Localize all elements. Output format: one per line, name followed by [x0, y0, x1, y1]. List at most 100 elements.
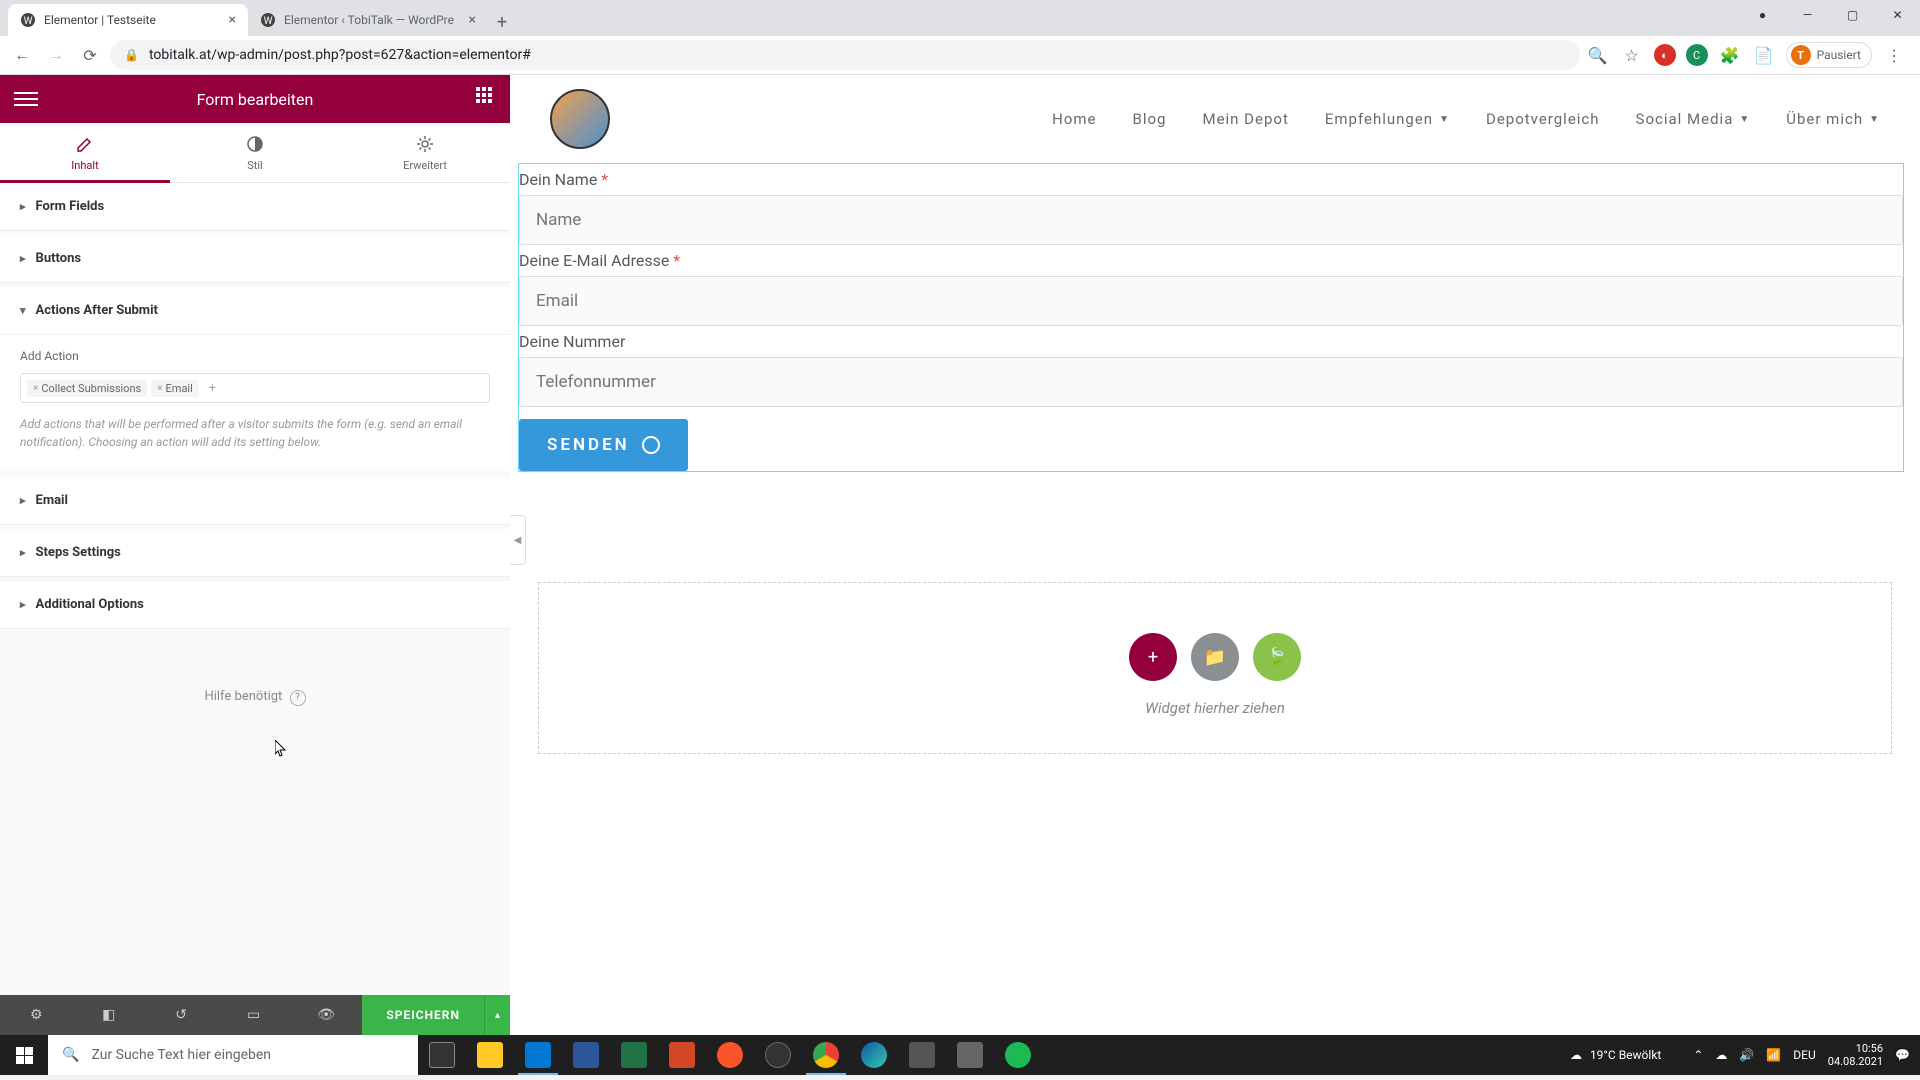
sidebar-title: Form bearbeiten [197, 90, 314, 109]
caret-right-icon: ▸ [20, 200, 26, 213]
spotify-icon[interactable] [994, 1035, 1042, 1075]
back-button[interactable]: ← [8, 41, 36, 69]
form-widget[interactable]: Dein Name * Deine E-Mail Adresse * Deine… [518, 163, 1904, 472]
onedrive-icon[interactable]: ☁ [1715, 1048, 1727, 1062]
app-icon[interactable] [754, 1035, 802, 1075]
widgets-icon[interactable] [472, 87, 496, 111]
extensions-icon[interactable]: 🧩 [1718, 43, 1742, 67]
remove-icon[interactable]: × [33, 383, 38, 394]
nav-item-depot[interactable]: Mein Depot [1202, 110, 1288, 128]
sections-list: ▸ Form Fields ▸ Buttons ▾ Actions After … [0, 183, 510, 995]
tray-chevron-icon[interactable]: ⌃ [1693, 1048, 1703, 1062]
taskbar-search[interactable]: 🔍 Zur Suche Text hier eingeben [48, 1035, 418, 1075]
url-input[interactable]: 🔒 tobitalk.at/wp-admin/post.php?post=627… [110, 40, 1580, 70]
add-section-button[interactable]: + [1129, 633, 1177, 681]
nav-item-empfehlungen[interactable]: Empfehlungen▼ [1325, 110, 1450, 128]
help-link[interactable]: Hilfe benötigt ? [0, 689, 510, 706]
action-tag[interactable]: ×Collect Submissions [27, 380, 147, 397]
chevron-down-icon: ▼ [1869, 114, 1880, 125]
envato-button[interactable]: 🍃 [1253, 633, 1301, 681]
clock[interactable]: 10:56 04.08.2021 [1828, 1042, 1883, 1068]
nav-item-social[interactable]: Social Media▼ [1636, 110, 1751, 128]
forward-button[interactable]: → [42, 41, 70, 69]
form-label: Deine E-Mail Adresse * [519, 251, 1903, 276]
explorer-icon[interactable] [466, 1035, 514, 1075]
nav-item-ueber[interactable]: Über mich▼ [1786, 110, 1880, 128]
reload-button[interactable]: ⟳ [76, 41, 104, 69]
app-container: Form bearbeiten Inhalt Stil Erweitert ▸ … [0, 75, 1920, 1035]
drop-zone[interactable]: + 📁 🍃 Widget hierher ziehen [538, 582, 1892, 754]
section-label: Buttons [36, 251, 82, 266]
site-logo[interactable] [550, 89, 610, 149]
language-indicator[interactable]: DEU [1793, 1048, 1815, 1062]
chrome-icon[interactable] [802, 1035, 850, 1075]
section-additional[interactable]: ▸ Additional Options [0, 581, 510, 629]
section-email[interactable]: ▸ Email [0, 477, 510, 525]
app-icon[interactable] [898, 1035, 946, 1075]
template-button[interactable]: 📁 [1191, 633, 1239, 681]
svg-text:W: W [264, 16, 273, 27]
close-window-button[interactable]: ✕ [1875, 0, 1920, 30]
extension-badge[interactable]: ◐ [1654, 44, 1676, 66]
extension-badge[interactable]: C [1686, 44, 1708, 66]
section-form-fields[interactable]: ▸ Form Fields [0, 183, 510, 231]
zoom-icon[interactable]: 🔍 [1586, 43, 1610, 67]
word-icon[interactable] [562, 1035, 610, 1075]
nav-item-blog[interactable]: Blog [1133, 110, 1167, 128]
tab-content[interactable]: Inhalt [0, 123, 170, 182]
browser-tab[interactable]: W Elementor ‹ TobiTalk — WordPre × [248, 4, 488, 36]
section-label: Email [36, 493, 68, 508]
brave-icon[interactable] [706, 1035, 754, 1075]
preview-icon[interactable]: 👁 [290, 1007, 362, 1023]
responsive-icon[interactable]: ▭ [217, 1007, 289, 1023]
wifi-icon[interactable]: 📶 [1766, 1048, 1781, 1062]
preview-area: Home Blog Mein Depot Empfehlungen▼ Depot… [510, 75, 1920, 1035]
edge-icon[interactable] [850, 1035, 898, 1075]
tab-advanced[interactable]: Erweitert [340, 123, 510, 182]
history-icon[interactable]: ↺ [145, 1007, 217, 1023]
weather-widget[interactable]: ☁ 19°C Bewölkt [1570, 1048, 1661, 1062]
close-icon[interactable]: × [229, 12, 236, 28]
browser-tab[interactable]: W Elementor | Testseite × [8, 4, 248, 36]
close-icon[interactable]: × [469, 12, 476, 28]
actions-tag-input[interactable]: ×Collect Submissions ×Email + [20, 373, 490, 403]
navigator-icon[interactable]: ◧ [72, 1007, 144, 1023]
section-buttons[interactable]: ▸ Buttons [0, 235, 510, 283]
add-action-button[interactable]: + [203, 381, 222, 396]
app-icon[interactable] [946, 1035, 994, 1075]
email-input[interactable] [519, 276, 1903, 326]
browser-chrome: W Elementor | Testseite × W Elementor ‹ … [0, 0, 1920, 75]
phone-input[interactable] [519, 357, 1903, 407]
tab-style[interactable]: Stil [170, 123, 340, 182]
remove-icon[interactable]: × [157, 383, 162, 394]
reading-list-icon[interactable]: 📄 [1752, 43, 1776, 67]
submit-button[interactable]: SENDEN [519, 419, 688, 471]
start-button[interactable] [0, 1035, 48, 1075]
menu-icon[interactable]: ⋮ [1882, 43, 1906, 67]
notifications-icon[interactable]: 💬 [1895, 1048, 1910, 1062]
save-button[interactable]: SPEICHERN [362, 995, 484, 1035]
excel-icon[interactable] [610, 1035, 658, 1075]
section-actions[interactable]: ▾ Actions After Submit [0, 287, 510, 335]
dot-icon[interactable]: ● [1740, 0, 1785, 30]
outlook-icon[interactable] [514, 1035, 562, 1075]
profile-label: Pausiert [1817, 48, 1861, 62]
action-tag[interactable]: ×Email [151, 380, 199, 397]
task-view-button[interactable] [418, 1035, 466, 1075]
tab-label: Stil [247, 159, 262, 172]
save-options-button[interactable]: ▴ [484, 995, 510, 1035]
nav-item-depotvergleich[interactable]: Depotvergleich [1486, 110, 1600, 128]
collapse-sidebar-button[interactable]: ◀ [510, 515, 526, 565]
menu-icon[interactable] [14, 87, 38, 111]
bookmark-icon[interactable]: ☆ [1620, 43, 1644, 67]
name-input[interactable] [519, 195, 1903, 245]
nav-item-home[interactable]: Home [1052, 110, 1096, 128]
profile-button[interactable]: T Pausiert [1786, 42, 1872, 68]
maximize-button[interactable]: ▢ [1830, 0, 1875, 30]
settings-icon[interactable]: ⚙ [0, 1007, 72, 1023]
section-steps[interactable]: ▸ Steps Settings [0, 529, 510, 577]
powerpoint-icon[interactable] [658, 1035, 706, 1075]
minimize-button[interactable]: — [1785, 0, 1830, 30]
volume-icon[interactable]: 🔊 [1739, 1048, 1754, 1062]
new-tab-button[interactable]: + [488, 8, 516, 36]
